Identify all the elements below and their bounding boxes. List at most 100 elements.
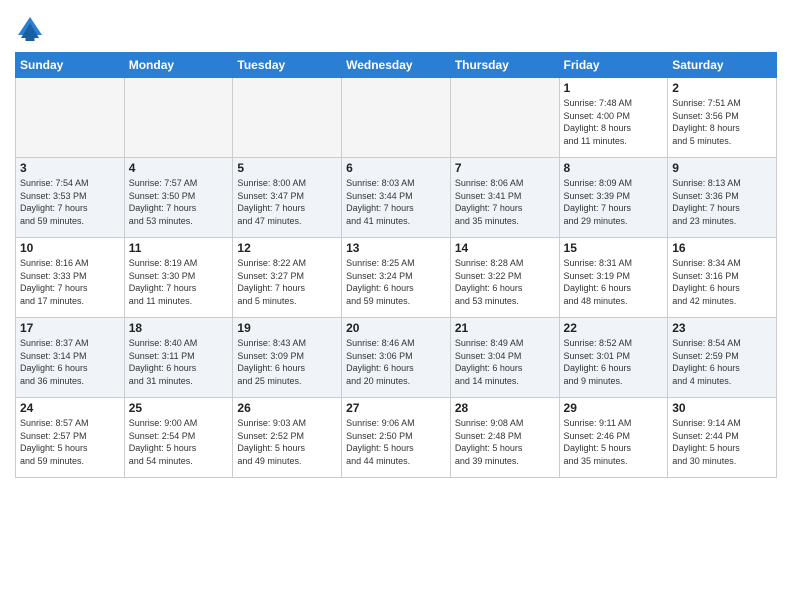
day-number: 5 bbox=[237, 161, 337, 175]
weekday-friday: Friday bbox=[559, 53, 668, 78]
day-number: 24 bbox=[20, 401, 120, 415]
day-number: 29 bbox=[564, 401, 664, 415]
day-cell: 30Sunrise: 9:14 AM Sunset: 2:44 PM Dayli… bbox=[668, 398, 777, 478]
day-number: 14 bbox=[455, 241, 555, 255]
day-number: 7 bbox=[455, 161, 555, 175]
day-number: 6 bbox=[346, 161, 446, 175]
day-number: 15 bbox=[564, 241, 664, 255]
day-number: 20 bbox=[346, 321, 446, 335]
day-cell: 16Sunrise: 8:34 AM Sunset: 3:16 PM Dayli… bbox=[668, 238, 777, 318]
weekday-wednesday: Wednesday bbox=[342, 53, 451, 78]
day-info: Sunrise: 8:57 AM Sunset: 2:57 PM Dayligh… bbox=[20, 417, 120, 467]
day-number: 25 bbox=[129, 401, 229, 415]
day-cell: 23 Sunrise: 8:54 AM Sunset: 2:59 PM Dayli… bbox=[668, 318, 777, 398]
weekday-monday: Monday bbox=[124, 53, 233, 78]
day-number: 8 bbox=[564, 161, 664, 175]
day-number: 11 bbox=[129, 241, 229, 255]
day-number: 1 bbox=[564, 81, 664, 95]
day-info: Sunrise: 8:00 AM Sunset: 3:47 PM Dayligh… bbox=[237, 177, 337, 227]
header bbox=[15, 10, 777, 44]
day-cell: 22 Sunrise: 8:52 AM Sunset: 3:01 PM Dayli… bbox=[559, 318, 668, 398]
day-cell bbox=[450, 78, 559, 158]
day-info: Sunrise: 8:16 AM Sunset: 3:33 PM Dayligh… bbox=[20, 257, 120, 307]
day-info: Sunrise: 8:31 AM Sunset: 3:19 PM Dayligh… bbox=[564, 257, 664, 307]
day-cell: 7 Sunrise: 8:06 AM Sunset: 3:41 PM Daylig… bbox=[450, 158, 559, 238]
day-number: 19 bbox=[237, 321, 337, 335]
day-cell: 29 Sunrise: 9:11 AM Sunset: 2:46 PM Dayli… bbox=[559, 398, 668, 478]
day-number: 12 bbox=[237, 241, 337, 255]
day-number: 21 bbox=[455, 321, 555, 335]
day-info: Sunrise: 8:46 AM Sunset: 3:06 PM Dayligh… bbox=[346, 337, 446, 387]
day-info: Sunrise: 9:00 AM Sunset: 2:54 PM Dayligh… bbox=[129, 417, 229, 467]
day-number: 16 bbox=[672, 241, 772, 255]
day-cell: 12 Sunrise: 8:22 AM Sunset: 3:27 PM Dayli… bbox=[233, 238, 342, 318]
day-number: 10 bbox=[20, 241, 120, 255]
day-info: Sunrise: 8:40 AM Sunset: 3:11 PM Dayligh… bbox=[129, 337, 229, 387]
day-cell: 28Sunrise: 9:08 AM Sunset: 2:48 PM Dayli… bbox=[450, 398, 559, 478]
day-cell: 6Sunrise: 8:03 AM Sunset: 3:44 PM Daylig… bbox=[342, 158, 451, 238]
day-cell: 5 Sunrise: 8:00 AM Sunset: 3:47 PM Daylig… bbox=[233, 158, 342, 238]
day-number: 17 bbox=[20, 321, 120, 335]
day-number: 27 bbox=[346, 401, 446, 415]
day-cell: 19 Sunrise: 8:43 AM Sunset: 3:09 PM Dayli… bbox=[233, 318, 342, 398]
day-cell: 21Sunrise: 8:49 AM Sunset: 3:04 PM Dayli… bbox=[450, 318, 559, 398]
day-cell: 18 Sunrise: 8:40 AM Sunset: 3:11 PM Dayli… bbox=[124, 318, 233, 398]
weekday-saturday: Saturday bbox=[668, 53, 777, 78]
day-cell: 13 Sunrise: 8:25 AM Sunset: 3:24 PM Dayli… bbox=[342, 238, 451, 318]
day-info: Sunrise: 8:13 AM Sunset: 3:36 PM Dayligh… bbox=[672, 177, 772, 227]
weekday-header-row: SundayMondayTuesdayWednesdayThursdayFrid… bbox=[16, 53, 777, 78]
day-info: Sunrise: 9:06 AM Sunset: 2:50 PM Dayligh… bbox=[346, 417, 446, 467]
day-cell: 11 Sunrise: 8:19 AM Sunset: 3:30 PM Dayli… bbox=[124, 238, 233, 318]
day-number: 4 bbox=[129, 161, 229, 175]
day-number: 18 bbox=[129, 321, 229, 335]
logo-icon bbox=[15, 14, 45, 44]
day-cell: 10 Sunrise: 8:16 AM Sunset: 3:33 PM Dayli… bbox=[16, 238, 125, 318]
page: SundayMondayTuesdayWednesdayThursdayFrid… bbox=[0, 0, 792, 612]
day-cell: 17 Sunrise: 8:37 AM Sunset: 3:14 PM Dayli… bbox=[16, 318, 125, 398]
day-number: 22 bbox=[564, 321, 664, 335]
weekday-tuesday: Tuesday bbox=[233, 53, 342, 78]
day-info: Sunrise: 8:09 AM Sunset: 3:39 PM Dayligh… bbox=[564, 177, 664, 227]
day-info: Sunrise: 8:25 AM Sunset: 3:24 PM Dayligh… bbox=[346, 257, 446, 307]
day-info: Sunrise: 8:37 AM Sunset: 3:14 PM Dayligh… bbox=[20, 337, 120, 387]
day-info: Sunrise: 7:54 AM Sunset: 3:53 PM Dayligh… bbox=[20, 177, 120, 227]
week-row-3: 10 Sunrise: 8:16 AM Sunset: 3:33 PM Dayli… bbox=[16, 238, 777, 318]
day-number: 30 bbox=[672, 401, 772, 415]
day-cell: 15 Sunrise: 8:31 AM Sunset: 3:19 PM Dayli… bbox=[559, 238, 668, 318]
day-info: Sunrise: 9:03 AM Sunset: 2:52 PM Dayligh… bbox=[237, 417, 337, 467]
day-cell: 27 Sunrise: 9:06 AM Sunset: 2:50 PM Dayli… bbox=[342, 398, 451, 478]
week-row-1: 1Sunrise: 7:48 AM Sunset: 4:00 PM Daylig… bbox=[16, 78, 777, 158]
day-info: Sunrise: 8:43 AM Sunset: 3:09 PM Dayligh… bbox=[237, 337, 337, 387]
day-info: Sunrise: 7:57 AM Sunset: 3:50 PM Dayligh… bbox=[129, 177, 229, 227]
day-cell bbox=[342, 78, 451, 158]
day-cell: 9 Sunrise: 8:13 AM Sunset: 3:36 PM Daylig… bbox=[668, 158, 777, 238]
day-number: 23 bbox=[672, 321, 772, 335]
week-row-5: 24 Sunrise: 8:57 AM Sunset: 2:57 PM Dayli… bbox=[16, 398, 777, 478]
day-number: 2 bbox=[672, 81, 772, 95]
day-info: Sunrise: 9:11 AM Sunset: 2:46 PM Dayligh… bbox=[564, 417, 664, 467]
day-cell: 20 Sunrise: 8:46 AM Sunset: 3:06 PM Dayli… bbox=[342, 318, 451, 398]
day-number: 9 bbox=[672, 161, 772, 175]
week-row-4: 17 Sunrise: 8:37 AM Sunset: 3:14 PM Dayli… bbox=[16, 318, 777, 398]
day-number: 3 bbox=[20, 161, 120, 175]
day-info: Sunrise: 8:52 AM Sunset: 3:01 PM Dayligh… bbox=[564, 337, 664, 387]
day-cell: 8 Sunrise: 8:09 AM Sunset: 3:39 PM Daylig… bbox=[559, 158, 668, 238]
day-cell: 24 Sunrise: 8:57 AM Sunset: 2:57 PM Dayli… bbox=[16, 398, 125, 478]
day-info: Sunrise: 8:22 AM Sunset: 3:27 PM Dayligh… bbox=[237, 257, 337, 307]
day-cell: 25 Sunrise: 9:00 AM Sunset: 2:54 PM Dayli… bbox=[124, 398, 233, 478]
day-info: Sunrise: 8:06 AM Sunset: 3:41 PM Dayligh… bbox=[455, 177, 555, 227]
day-info: Sunrise: 8:54 AM Sunset: 2:59 PM Dayligh… bbox=[672, 337, 772, 387]
day-info: Sunrise: 8:19 AM Sunset: 3:30 PM Dayligh… bbox=[129, 257, 229, 307]
day-cell bbox=[124, 78, 233, 158]
day-cell: 4 Sunrise: 7:57 AM Sunset: 3:50 PM Daylig… bbox=[124, 158, 233, 238]
weekday-thursday: Thursday bbox=[450, 53, 559, 78]
day-info: Sunrise: 7:51 AM Sunset: 3:56 PM Dayligh… bbox=[672, 97, 772, 147]
week-row-2: 3 Sunrise: 7:54 AM Sunset: 3:53 PM Daylig… bbox=[16, 158, 777, 238]
day-cell: 26Sunrise: 9:03 AM Sunset: 2:52 PM Dayli… bbox=[233, 398, 342, 478]
day-cell bbox=[233, 78, 342, 158]
day-cell bbox=[16, 78, 125, 158]
day-cell: 14Sunrise: 8:28 AM Sunset: 3:22 PM Dayli… bbox=[450, 238, 559, 318]
day-number: 13 bbox=[346, 241, 446, 255]
day-cell: 2 Sunrise: 7:51 AM Sunset: 3:56 PM Daylig… bbox=[668, 78, 777, 158]
weekday-sunday: Sunday bbox=[16, 53, 125, 78]
